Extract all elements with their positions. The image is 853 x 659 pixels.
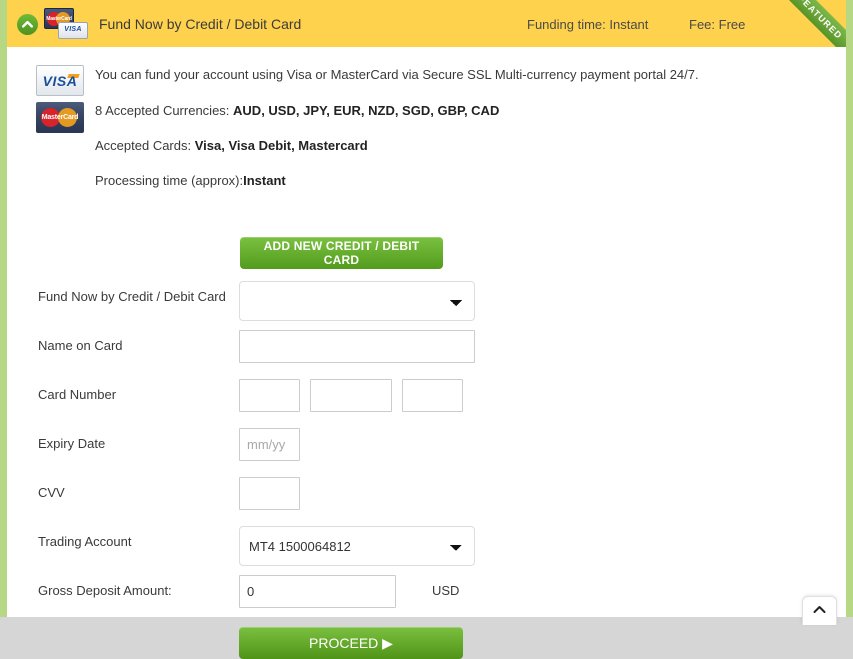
gross-deposit-input[interactable]	[239, 575, 396, 608]
form-row-cvv: CVV	[7, 477, 846, 526]
panel-header[interactable]: MasterCard VISA Fund Now by Credit / Deb…	[7, 0, 846, 47]
processing-time-line: Processing time (approx):Instant	[95, 173, 795, 188]
gross-deposit-currency: USD	[432, 583, 460, 598]
name-on-card-input[interactable]	[239, 330, 475, 363]
cvv-control	[239, 477, 300, 510]
form-row-expiry: Expiry Date	[7, 428, 846, 477]
name-on-card-control	[239, 330, 475, 363]
card-number-part2-input[interactable]	[310, 379, 392, 412]
saved-card-select[interactable]	[239, 281, 475, 321]
cvv-input[interactable]	[239, 477, 300, 510]
accepted-cards-value: Visa, Visa Debit, Mastercard	[194, 138, 368, 153]
trading-account-label: Trading Account	[38, 534, 132, 549]
scroll-to-top-button[interactable]	[802, 596, 837, 625]
card-select-control	[239, 281, 475, 321]
funding-time-text: Funding time: Instant	[527, 17, 649, 32]
visa-badge-label: VISA	[64, 26, 82, 33]
form-row-trading-account: Trading Account MT4 1500064812	[7, 526, 846, 575]
expiry-date-label: Expiry Date	[38, 436, 106, 451]
expiry-date-input[interactable]	[239, 428, 300, 461]
accepted-cards-line: Accepted Cards: Visa, Visa Debit, Master…	[95, 138, 795, 153]
card-number-control	[239, 379, 463, 412]
visa-logo-icon: VISA	[36, 65, 84, 96]
description-line-1: You can fund your account using Visa or …	[95, 67, 699, 82]
featured-ribbon: FEATURED	[770, 0, 846, 47]
cvv-label: CVV	[38, 485, 65, 500]
add-new-card-button[interactable]: ADD NEW CREDIT / DEBIT CARD	[240, 237, 443, 269]
name-on-card-label: Name on Card	[38, 338, 123, 353]
processing-time-label: Processing time (approx):	[95, 173, 244, 188]
accepted-currencies-label: 8 Accepted Currencies:	[95, 103, 234, 118]
mastercard-logo-icon: MasterCard	[36, 102, 84, 133]
form-row-name-on-card: Name on Card	[7, 330, 846, 379]
panel-body: VISA MasterCard You can fund your accoun…	[7, 47, 846, 659]
panel-title: Fund Now by Credit / Debit Card	[99, 16, 302, 32]
visa-logo-label: VISA	[42, 73, 78, 89]
funding-method-panel: MasterCard VISA Fund Now by Credit / Deb…	[0, 0, 853, 659]
card-brands-badge-icon: MasterCard VISA	[44, 8, 90, 40]
card-logos: VISA MasterCard	[36, 65, 84, 133]
card-number-label: Card Number	[38, 387, 117, 402]
accepted-currencies-line: 8 Accepted Currencies: AUD, USD, JPY, EU…	[95, 103, 795, 118]
expiry-date-control	[239, 428, 300, 461]
accepted-currencies-value: AUD, USD, JPY, EUR, NZD, SGD, GBP, CAD	[233, 103, 500, 118]
gross-deposit-control	[239, 575, 396, 608]
gross-deposit-label: Gross Deposit Amount:	[38, 583, 172, 598]
funding-form: Fund Now by Credit / Debit Card Name on …	[7, 281, 846, 624]
form-row-card-select: Fund Now by Credit / Debit Card	[7, 281, 846, 330]
trading-account-select[interactable]: MT4 1500064812	[239, 526, 475, 566]
method-description: You can fund your account using Visa or …	[95, 67, 795, 208]
accepted-cards-label: Accepted Cards:	[95, 138, 195, 153]
visa-badge-icon: VISA	[58, 22, 88, 39]
scroll-to-top-chevron-up-icon	[813, 606, 826, 613]
card-number-part1-input[interactable]	[239, 379, 300, 412]
card-select-label: Fund Now by Credit / Debit Card	[38, 289, 226, 304]
trading-account-control: MT4 1500064812	[239, 526, 475, 566]
collapse-chevron-up-icon[interactable]	[17, 14, 38, 35]
processing-time-value: Instant	[243, 173, 286, 188]
form-row-card-number: Card Number	[7, 379, 846, 428]
card-number-part3-input[interactable]	[402, 379, 463, 412]
mastercard-logo-label: MasterCard	[41, 114, 79, 121]
fee-text: Fee: Free	[689, 17, 746, 32]
proceed-button[interactable]: PROCEED ▶	[239, 627, 463, 659]
